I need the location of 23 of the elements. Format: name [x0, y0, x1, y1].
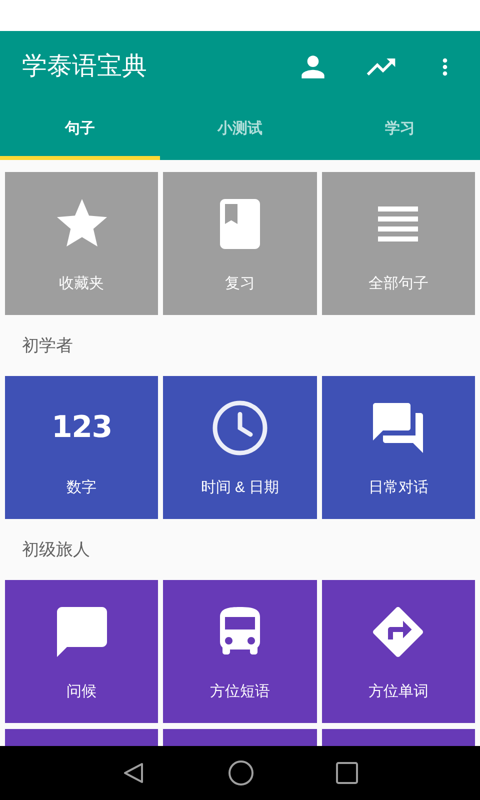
back-icon[interactable] [122, 761, 146, 785]
tile-label: 方位短语 [210, 684, 270, 699]
app-title: 学泰语宝典 [22, 51, 148, 82]
tile-label: 复习 [224, 276, 255, 291]
tile-label: 问候 [66, 684, 97, 699]
tile-label: 日常对话 [368, 480, 428, 495]
category-tile[interactable]: 方位单词 [322, 580, 475, 723]
category-tile[interactable]: 时间 & 日期 [163, 376, 317, 519]
tile-label: 方位单词 [368, 684, 428, 699]
tile-label: 收藏夹 [59, 276, 104, 291]
digits-icon: 123 [51, 413, 112, 443]
category-tile[interactable]: 123 数字 [5, 376, 158, 519]
tile-label: 时间 & 日期 [200, 480, 280, 495]
section-header: 初学者 [22, 334, 73, 357]
recents-icon[interactable] [336, 762, 358, 784]
tile-label: 全部句子 [368, 276, 428, 291]
category-tile[interactable]: 日常对话 [322, 376, 475, 519]
tab[interactable]: 句子 [0, 103, 160, 160]
tile-label: 数字 [66, 480, 97, 495]
section-header: 初级旅人 [22, 538, 90, 561]
home-icon[interactable] [228, 760, 254, 786]
category-tile[interactable]: 方位短语 [163, 580, 317, 723]
category-tile[interactable]: 问候 [5, 580, 158, 723]
